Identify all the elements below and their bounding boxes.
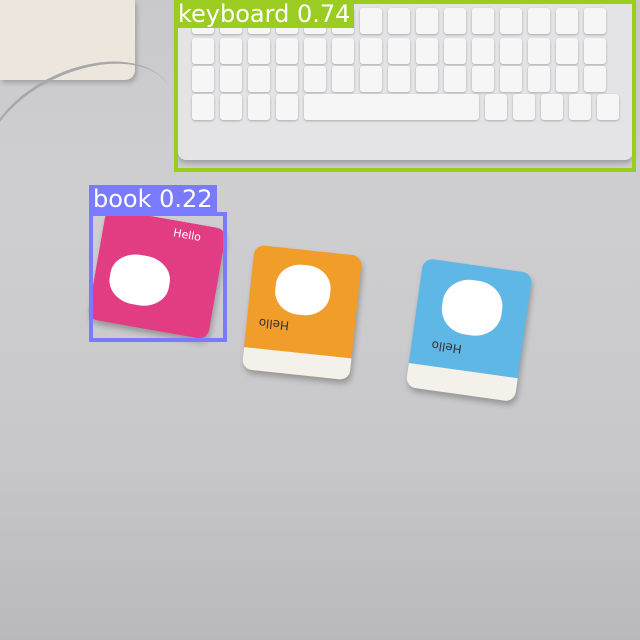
tissue-pack-blue: Hello <box>405 257 533 403</box>
detection-label-keyboard: keyboard 0.74 <box>174 0 355 28</box>
detection-box-book <box>89 212 227 342</box>
pack-text: Hello <box>257 315 290 333</box>
tissue-pack-orange: Hello <box>241 244 363 381</box>
pack-text: Hello <box>430 338 463 357</box>
detection-label-book: book 0.22 <box>89 185 217 213</box>
